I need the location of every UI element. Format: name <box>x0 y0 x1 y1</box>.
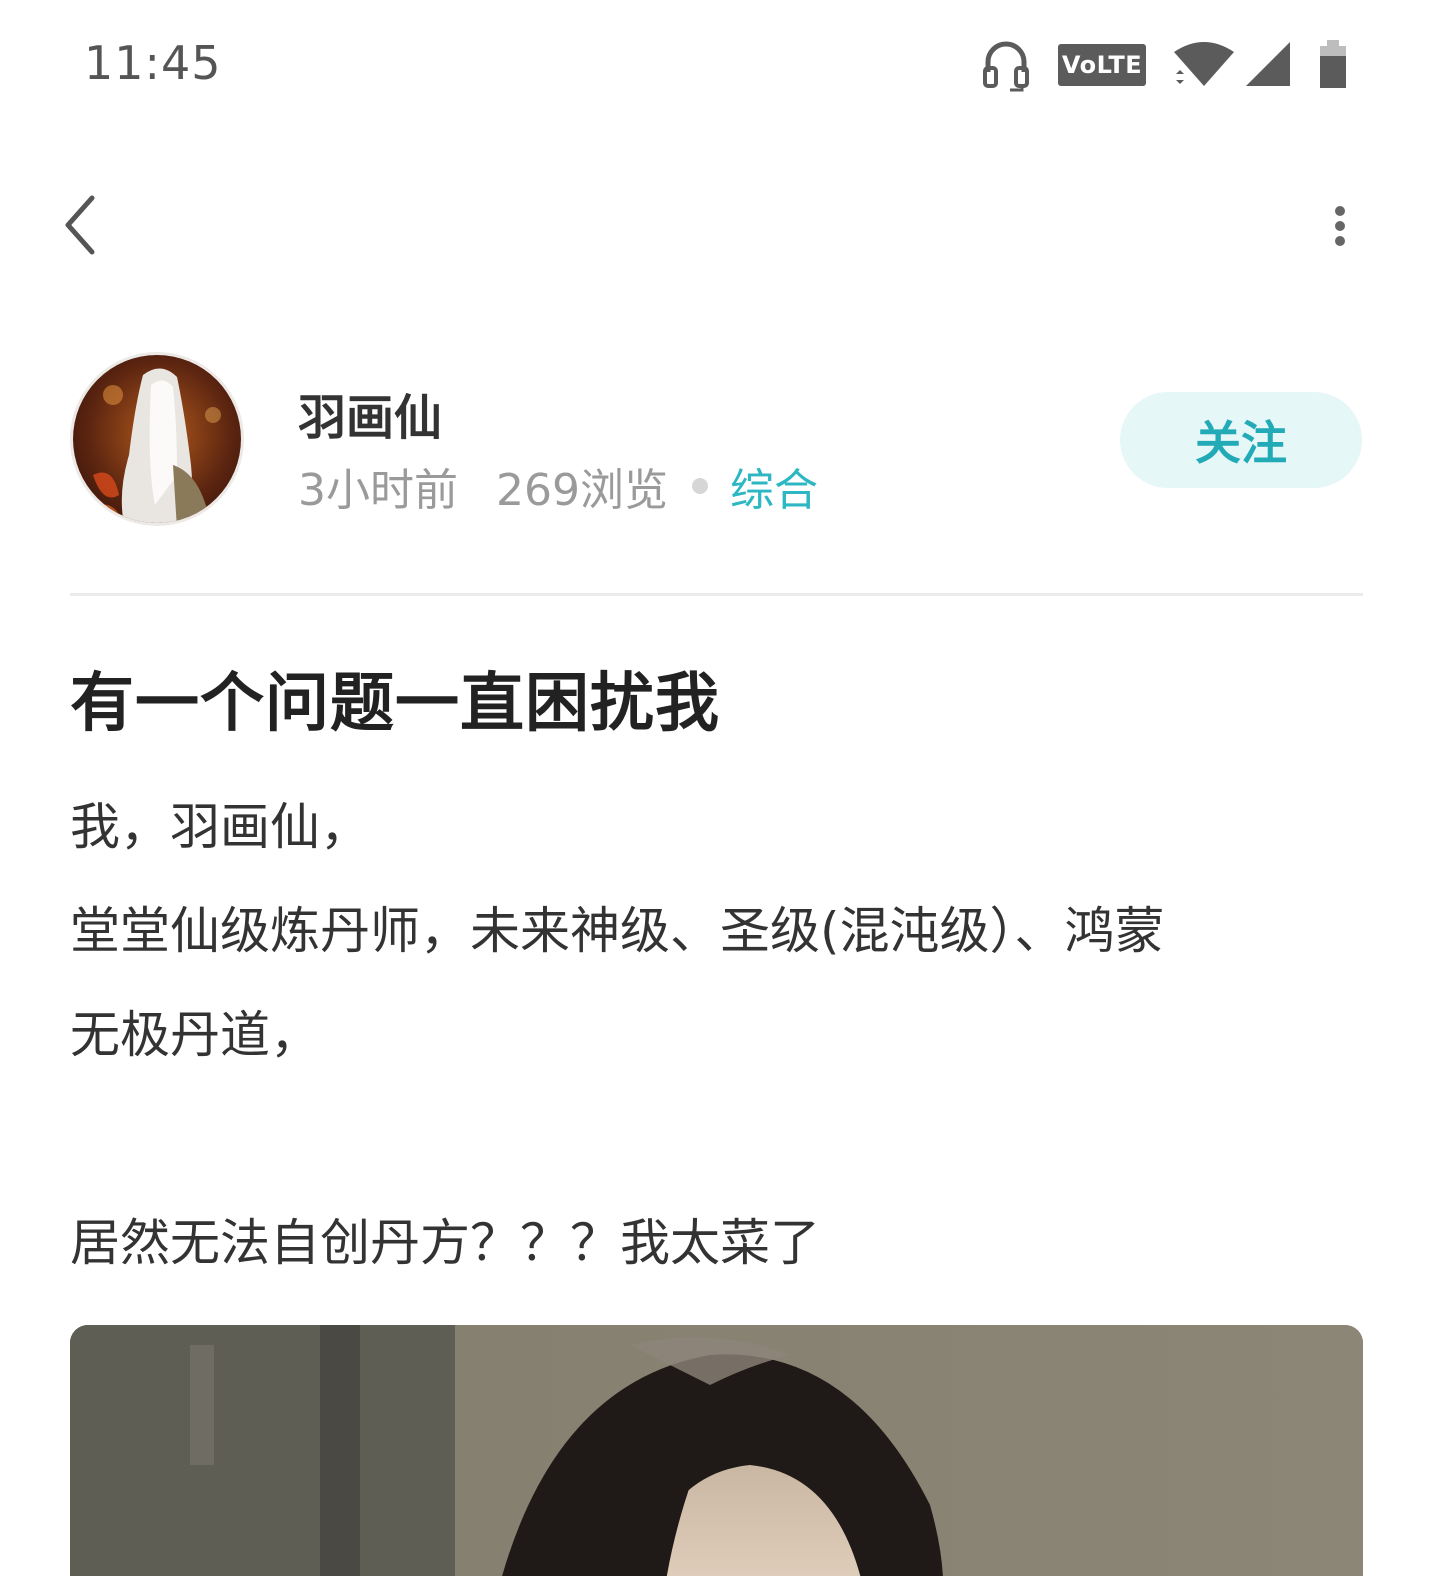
status-time: 11:45 <box>84 36 222 90</box>
post-line: 我，羽画仙， <box>70 798 370 856</box>
cellular-signal-icon <box>1246 42 1290 86</box>
author-avatar[interactable] <box>70 352 244 526</box>
chevron-left-icon <box>65 195 95 255</box>
volte-badge: VoLTE <box>1058 44 1146 86</box>
author-name[interactable]: 羽画仙 <box>298 378 442 448</box>
follow-button[interactable]: 关注 <box>1120 392 1362 488</box>
headset-icon <box>983 41 1029 92</box>
post-line: 堂堂仙级炼丹师，未来神级、圣级(混沌级）、鸿蒙 <box>70 902 1165 960</box>
wifi-icon <box>1174 42 1234 86</box>
category-tag[interactable]: 综合 <box>730 454 818 518</box>
photo <box>70 1325 1363 1576</box>
more-vertical-icon <box>1335 206 1345 246</box>
post-title: 有一个问题一直困扰我 <box>70 667 720 741</box>
battery-icon <box>1320 40 1346 88</box>
post-line: 居然无法自创丹方？？？我太菜了 <box>70 1214 820 1272</box>
separator-dot <box>691 478 708 494</box>
post-meta: 3小时前 269浏览 综合 <box>298 458 818 516</box>
post-detail-screen: 11:45 VoLTE 羽画仙 3小时前 269浏览 综合 关注 有一个问题一直… <box>0 0 1440 1576</box>
post-body: 我，羽画仙， 堂堂仙级炼丹师，未来神级、圣级(混沌级）、鸿蒙 无极丹道， 居然无… <box>70 775 1370 1295</box>
post-image[interactable] <box>70 1325 1363 1576</box>
divider <box>70 593 1363 596</box>
more-options-button[interactable] <box>1310 196 1370 256</box>
avatar-image <box>73 355 241 523</box>
view-count: 269浏览 <box>496 465 668 516</box>
post-line: 无极丹道， <box>70 1006 320 1064</box>
back-button[interactable] <box>50 190 110 260</box>
post-time: 3小时前 <box>298 465 458 516</box>
status-bar: 11:45 VoLTE <box>0 0 1440 130</box>
